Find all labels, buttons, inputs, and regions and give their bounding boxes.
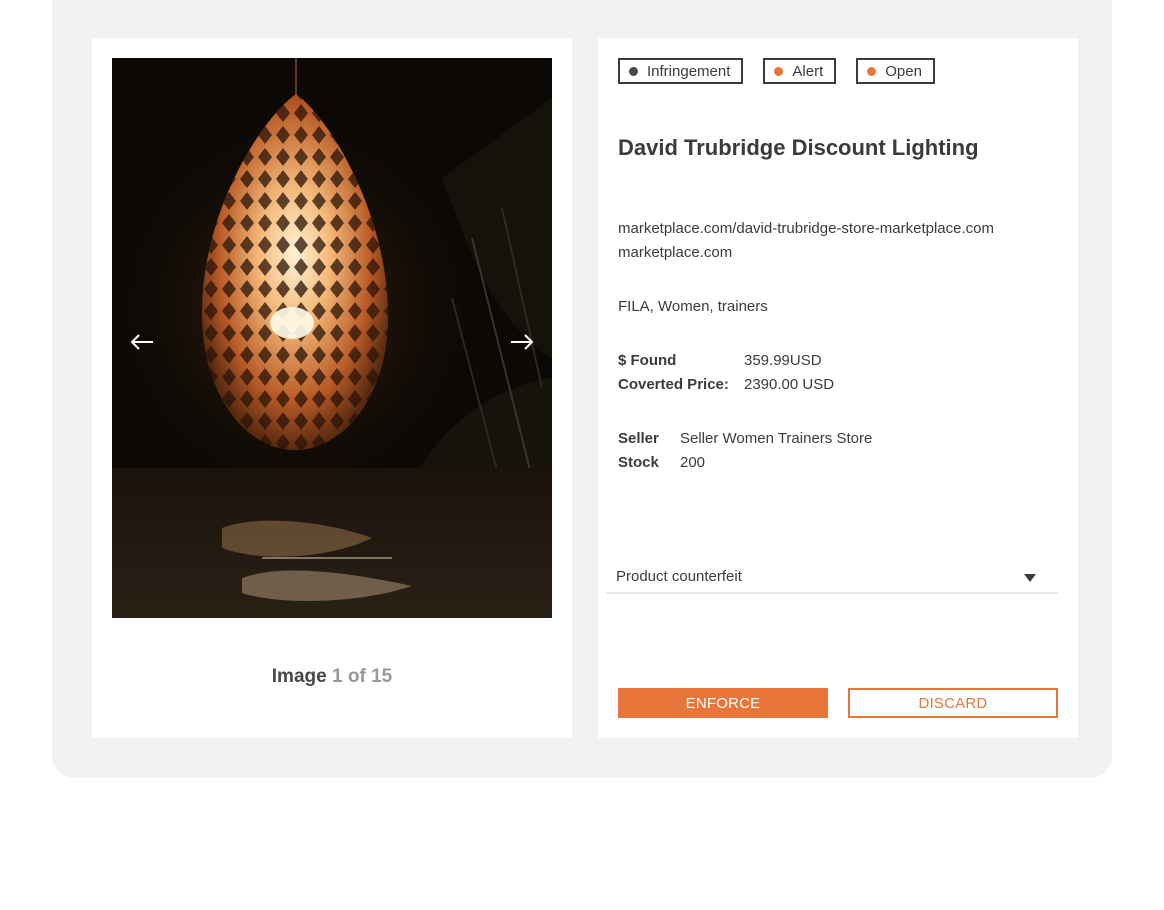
arrow-left-icon <box>130 334 153 350</box>
next-image-button[interactable] <box>504 324 540 360</box>
converted-price-value: 2390.00 USD <box>744 376 835 393</box>
tag-label: Open <box>885 62 922 80</box>
price-found-value: 359.99USD <box>744 352 822 369</box>
image-counter-of: of <box>347 666 366 687</box>
stock-label: Stock <box>618 454 659 471</box>
image-counter-current: 1 <box>331 666 343 687</box>
previous-image-button[interactable] <box>124 324 160 360</box>
tag-alert[interactable]: Alert <box>763 58 837 84</box>
tag-dot-icon <box>867 66 877 76</box>
converted-price-label: Coverted Price: <box>618 376 729 393</box>
seller-label: Seller <box>618 430 659 447</box>
reason-select-value: Product counterfeit <box>616 568 742 585</box>
image-counter-total: 15 <box>371 666 393 687</box>
reason-select[interactable]: Product counterfeit <box>606 566 1058 594</box>
listing-domain[interactable]: marketplace.com <box>618 244 732 261</box>
price-found-row: $ Found 359.99USD <box>618 352 822 369</box>
tag-dot-icon <box>774 66 784 76</box>
status-tags: Infringement Alert Open <box>618 58 935 84</box>
price-found-label: $ Found <box>618 352 677 369</box>
listing-details-card: Infringement Alert Open David Trubridge … <box>598 38 1078 738</box>
caret-down-icon <box>1024 574 1036 582</box>
image-counter: Image 1 of 15 <box>92 666 572 688</box>
tag-label: Infringement <box>647 62 731 80</box>
arrow-right-icon <box>511 334 534 350</box>
stock-value: 200 <box>680 454 706 471</box>
image-counter-label: Image <box>271 666 327 687</box>
lamp-photo <box>112 58 552 618</box>
enforce-button[interactable]: ENFORCE <box>618 688 828 718</box>
tag-open[interactable]: Open <box>856 58 935 84</box>
converted-price-row: Coverted Price: 2390.00 USD <box>618 376 834 393</box>
discard-button[interactable]: DISCARD <box>848 688 1058 718</box>
tag-label: Alert <box>792 62 824 80</box>
seller-value: Seller Women Trainers Store <box>680 430 873 447</box>
stock-row: Stock 200 <box>618 454 705 471</box>
listing-keywords: FILA, Women, trainers <box>618 298 768 315</box>
product-image <box>112 58 552 618</box>
tag-infringement[interactable]: Infringement <box>618 58 744 84</box>
listing-url[interactable]: marketplace.com/david-trubridge-store-ma… <box>618 220 994 237</box>
seller-row: Seller Seller Women Trainers Store <box>618 430 872 447</box>
tag-dot-icon <box>629 66 638 76</box>
listing-title: David Trubridge Discount Lighting <box>618 135 979 160</box>
image-viewer-card: Image 1 of 15 <box>92 38 572 738</box>
